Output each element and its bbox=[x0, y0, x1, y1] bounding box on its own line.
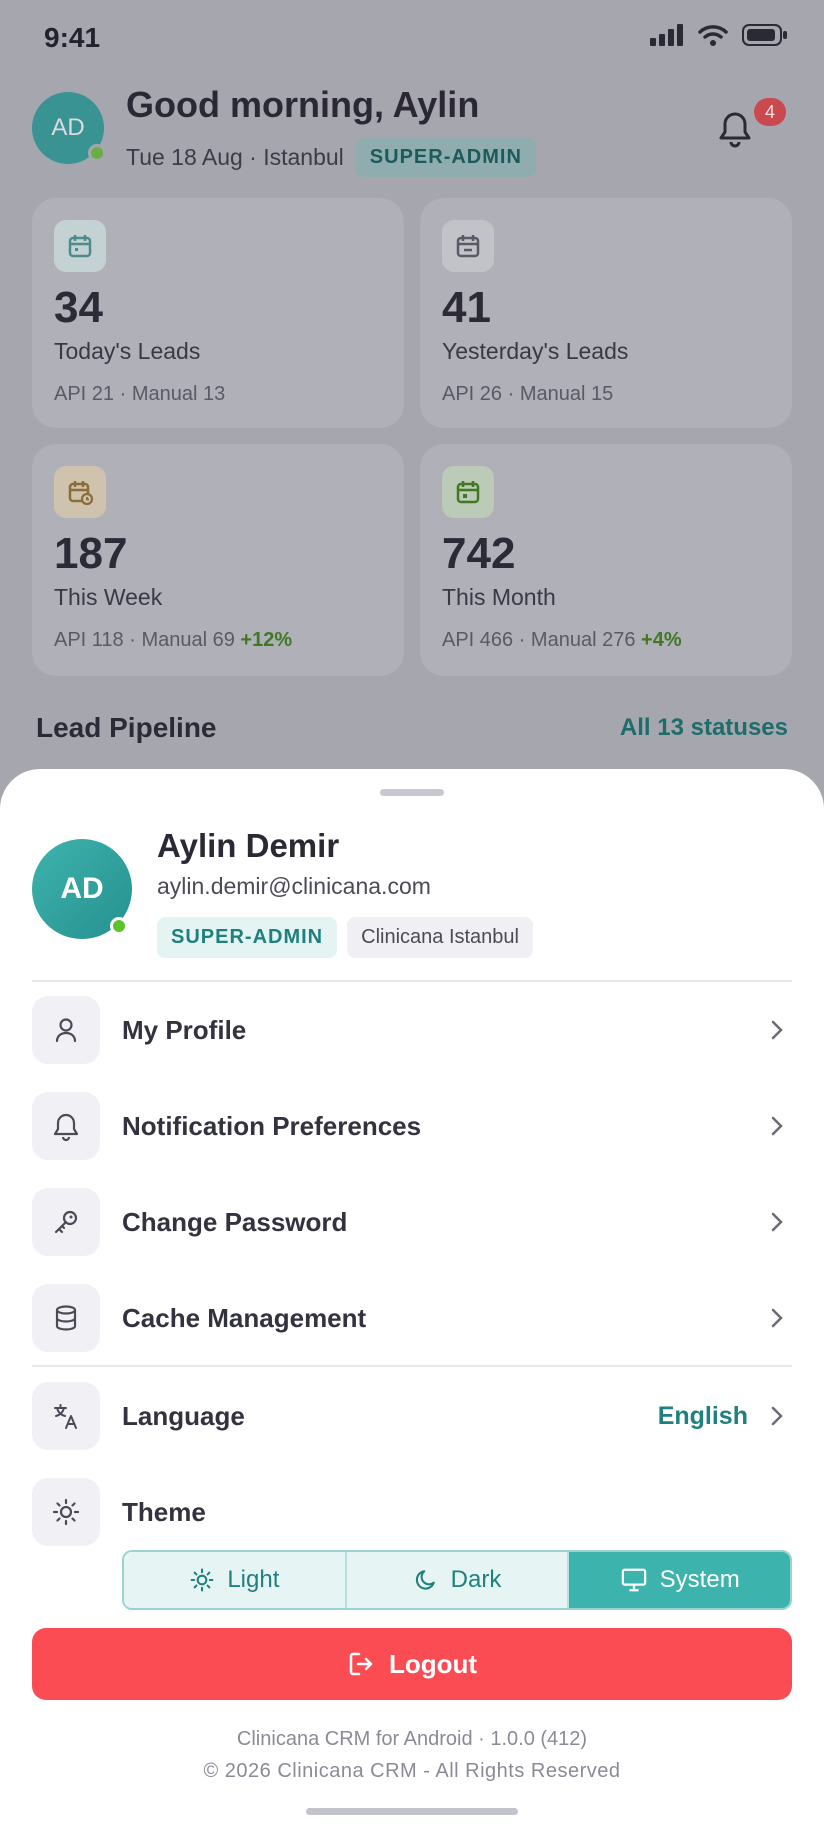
menu-item-notification-preferences[interactable]: Notification Preferences bbox=[32, 1092, 792, 1160]
menu-item-theme: Theme bbox=[32, 1478, 792, 1546]
calendar-check-icon bbox=[442, 466, 494, 518]
sheet-drag-handle[interactable] bbox=[380, 789, 444, 796]
theme-option-dark[interactable]: Dark bbox=[344, 1552, 568, 1608]
status-icons bbox=[650, 24, 788, 46]
profile-initials: AD bbox=[60, 872, 104, 905]
stat-card-yesterday[interactable]: 41 Yesterday's Leads API 26 · Manual 15 bbox=[420, 198, 792, 428]
database-icon bbox=[32, 1284, 100, 1352]
stat-meta: API 466 · Manual 276 +4% bbox=[442, 629, 770, 652]
logout-button[interactable]: Logout bbox=[32, 1628, 792, 1700]
stat-value: 742 bbox=[442, 529, 516, 578]
pipeline-title: Lead Pipeline bbox=[36, 712, 217, 743]
battery-icon bbox=[742, 24, 787, 46]
stat-card-week[interactable]: 187 This Week API 118 · Manual 69 +12% bbox=[32, 444, 404, 676]
user-icon bbox=[32, 996, 100, 1064]
menu-item-cache-management[interactable]: Cache Management bbox=[32, 1284, 792, 1352]
stat-meta: API 21 · Manual 13 bbox=[54, 383, 226, 406]
all-statuses-link[interactable]: All 13 statuses bbox=[620, 714, 788, 742]
stat-meta-text: API 466 · Manual 276 bbox=[442, 629, 642, 652]
clinic-badge: Clinicana Istanbul bbox=[347, 917, 533, 958]
calendar-minus-icon bbox=[442, 220, 494, 272]
theme-option-system[interactable]: System bbox=[567, 1552, 790, 1608]
divider bbox=[32, 1365, 792, 1367]
logout-icon bbox=[349, 1652, 373, 1676]
copyright: © 2026 Clinicana CRM - All Rights Reserv… bbox=[203, 1760, 621, 1782]
notification-count-badge: 4 bbox=[754, 98, 786, 126]
stat-meta: API 26 · Manual 15 bbox=[442, 383, 614, 406]
chevron-right-icon bbox=[771, 1308, 783, 1328]
avatar[interactable]: AD bbox=[32, 92, 106, 164]
stat-card-today[interactable]: 34 Today's Leads API 21 · Manual 13 bbox=[32, 198, 404, 428]
menu-item-language[interactable]: Language English bbox=[32, 1382, 792, 1450]
calendar-icon bbox=[54, 220, 106, 272]
home-indicator[interactable] bbox=[306, 1808, 518, 1815]
app-version: Clinicana CRM for Android · 1.0.0 (412) bbox=[236, 1728, 588, 1750]
key-icon bbox=[32, 1188, 100, 1256]
profile-avatar: AD bbox=[32, 839, 132, 939]
monitor-icon bbox=[621, 1568, 646, 1592]
language-value: English bbox=[657, 1401, 748, 1430]
calendar-clock-icon bbox=[54, 466, 106, 518]
theme-option-light[interactable]: Light bbox=[124, 1552, 345, 1608]
logout-label: Logout bbox=[388, 1648, 478, 1679]
chevron-right-icon bbox=[771, 1116, 783, 1136]
stat-meta: API 118 · Manual 69 +12% bbox=[54, 629, 382, 652]
avatar-initials: AD bbox=[51, 114, 85, 141]
chevron-right-icon bbox=[771, 1406, 783, 1426]
stat-label: Today's Leads bbox=[54, 338, 201, 365]
stat-value: 187 bbox=[54, 529, 128, 578]
theme-option-label: Light bbox=[227, 1566, 280, 1593]
menu-item-label: Language bbox=[122, 1400, 245, 1431]
date-location: Tue 18 Aug · Istanbul bbox=[126, 144, 344, 170]
stat-value: 41 bbox=[442, 283, 491, 332]
stat-meta-text: API 118 · Manual 69 bbox=[54, 629, 241, 652]
stat-card-month[interactable]: 742 This Month API 466 · Manual 276 +4% bbox=[420, 444, 792, 676]
stat-label: This Week bbox=[54, 584, 163, 611]
menu-item-label: My Profile bbox=[122, 1014, 247, 1045]
stat-delta: +4% bbox=[641, 629, 682, 652]
profile-email: aylin.demir@clinicana.com bbox=[157, 873, 431, 899]
menu-item-change-password[interactable]: Change Password bbox=[32, 1188, 792, 1256]
notifications-button[interactable] bbox=[716, 110, 754, 150]
signal-icon bbox=[650, 24, 683, 46]
moon-icon bbox=[415, 1570, 435, 1590]
sun-icon bbox=[32, 1478, 100, 1546]
online-indicator bbox=[110, 917, 128, 935]
role-badge: SUPER-ADMIN bbox=[355, 138, 536, 177]
chevron-right-icon bbox=[771, 1212, 783, 1232]
stat-label: Yesterday's Leads bbox=[442, 338, 629, 365]
stat-value: 34 bbox=[54, 283, 103, 332]
theme-option-label: Dark bbox=[450, 1566, 502, 1593]
translate-icon bbox=[32, 1382, 100, 1450]
stat-delta: +12% bbox=[240, 629, 293, 652]
menu-item-label: Notification Preferences bbox=[122, 1110, 422, 1141]
divider bbox=[32, 980, 792, 982]
header-subtitle: Tue 18 Aug · Istanbul SUPER-ADMIN bbox=[126, 138, 536, 177]
sun-icon bbox=[190, 1568, 214, 1592]
theme-option-label: System bbox=[659, 1566, 740, 1593]
online-indicator bbox=[88, 144, 106, 162]
status-time: 9:41 bbox=[44, 22, 101, 53]
stat-label: This Month bbox=[442, 584, 556, 611]
wifi-icon bbox=[698, 25, 728, 46]
menu-item-my-profile[interactable]: My Profile bbox=[32, 996, 792, 1064]
bell-icon bbox=[32, 1092, 100, 1160]
profile-name: Aylin Demir bbox=[157, 827, 340, 864]
chevron-right-icon bbox=[771, 1020, 783, 1040]
theme-selector: Light Dark System bbox=[122, 1550, 792, 1610]
menu-item-label: Change Password bbox=[122, 1206, 348, 1237]
greeting: Good morning, Aylin bbox=[126, 84, 480, 125]
profile-tags: SUPER-ADMIN Clinicana Istanbul bbox=[157, 917, 533, 958]
role-badge: SUPER-ADMIN bbox=[157, 917, 338, 958]
menu-item-label: Cache Management bbox=[122, 1302, 367, 1333]
menu-item-label: Theme bbox=[122, 1496, 206, 1527]
bell-icon bbox=[719, 112, 751, 148]
